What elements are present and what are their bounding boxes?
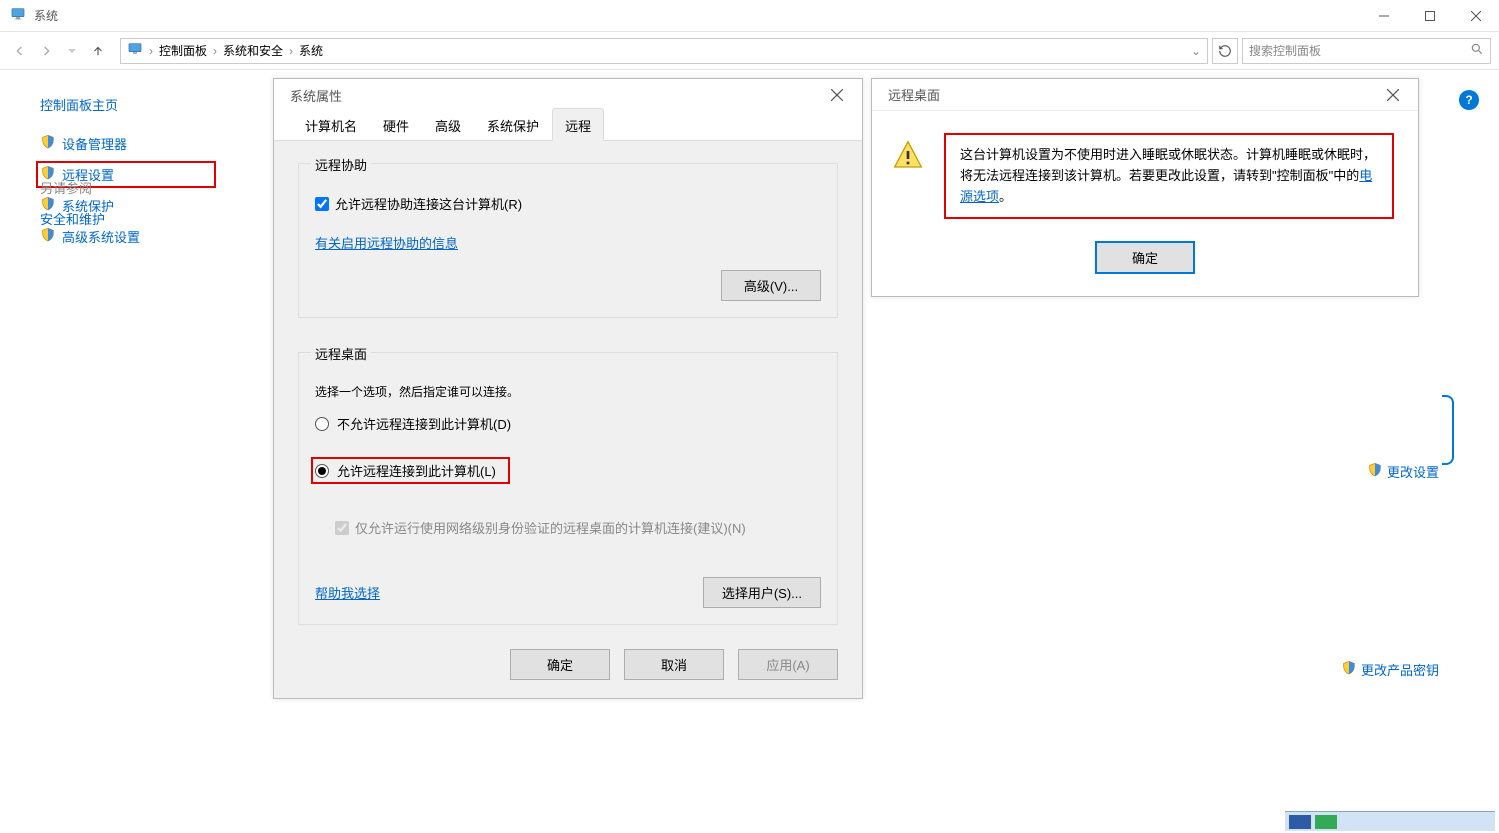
- nav-back-button[interactable]: [8, 39, 32, 63]
- dialog-titlebar: 系统属性: [274, 79, 862, 111]
- nav-history-dropdown[interactable]: [60, 39, 84, 63]
- system-properties-dialog: 系统属性 计算机名 硬件 高级 系统保护 远程 远程协助 允许远程协助连接这台计…: [273, 78, 863, 699]
- radio-icon: [315, 464, 329, 478]
- link-label: 更改产品密钥: [1361, 660, 1439, 679]
- maximize-button[interactable]: [1407, 0, 1453, 32]
- shield-icon: [1341, 660, 1357, 679]
- breadcrumb-segment[interactable]: 控制面板: [159, 42, 207, 59]
- change-product-key-link[interactable]: 更改产品密钥: [1341, 660, 1439, 679]
- link-label: 更改设置: [1387, 462, 1439, 481]
- control-panel-home-link[interactable]: 控制面板主页: [40, 95, 212, 114]
- cancel-button[interactable]: 取消: [624, 649, 724, 680]
- dialog-body: 远程协助 允许远程协助连接这台计算机(R) 有关启用远程协助的信息 高级(V).…: [274, 141, 862, 633]
- messagebox-ok-button[interactable]: 确定: [1095, 241, 1195, 274]
- computer-icon: [127, 41, 143, 60]
- radio-label: 不允许远程连接到此计算机(D): [337, 414, 511, 433]
- messagebox-titlebar: 远程桌面: [872, 79, 1418, 111]
- messagebox-title: 远程桌面: [888, 85, 940, 104]
- shield-icon: [40, 227, 56, 246]
- window-title: 系统: [34, 7, 58, 24]
- chevron-down-icon[interactable]: ⌄: [1191, 44, 1201, 58]
- refresh-button[interactable]: [1212, 38, 1238, 64]
- radio-disallow-remote[interactable]: 不允许远程连接到此计算机(D): [315, 414, 821, 433]
- messagebox-footer: 确定: [872, 241, 1418, 296]
- remote-desktop-group: 远程桌面 选择一个选项，然后指定谁可以连接。 不允许远程连接到此计算机(D) 允…: [298, 352, 838, 625]
- nav-up-button[interactable]: [86, 39, 110, 63]
- radio-allow-remote[interactable]: 允许远程连接到此计算机(L): [315, 461, 506, 480]
- message-text-pre: 这台计算机设置为不使用时进入睡眠或休眠状态。计算机睡眠或休眠时，将无法远程连接到…: [960, 147, 1376, 183]
- help-icon[interactable]: ?: [1459, 90, 1479, 110]
- shield-icon: [1367, 462, 1383, 481]
- tab-computer-name[interactable]: 计算机名: [292, 108, 370, 140]
- sidebar-item-device-manager[interactable]: 设备管理器: [40, 134, 212, 153]
- breadcrumb-segment[interactable]: 系统和安全: [223, 42, 283, 59]
- remote-desktop-messagebox: 远程桌面 这台计算机设置为不使用时进入睡眠或休眠状态。计算机睡眠或休眠时，将无法…: [871, 78, 1419, 297]
- allow-remote-assistance-checkbox[interactable]: 允许远程协助连接这台计算机(R): [315, 194, 821, 213]
- remote-desktop-intro-text: 选择一个选项，然后指定谁可以连接。: [315, 383, 821, 400]
- search-placeholder: 搜索控制面板: [1249, 42, 1470, 59]
- tab-hardware[interactable]: 硬件: [370, 108, 422, 140]
- chevron-right-icon: ›: [289, 44, 293, 58]
- search-icon: [1470, 42, 1484, 59]
- window-titlebar: 系统: [0, 0, 1499, 32]
- checkbox-input[interactable]: [315, 197, 329, 211]
- radio-label: 允许远程连接到此计算机(L): [337, 461, 496, 480]
- checkbox-input: [335, 521, 349, 535]
- sidebar: 控制面板主页 设备管理器 远程设置 系统保护 高级系统设置 另请参阅 安全和维护: [0, 70, 230, 258]
- taskbar-hint: [1285, 811, 1495, 831]
- tab-system-protection[interactable]: 系统保护: [474, 108, 552, 140]
- shield-icon: [40, 134, 56, 153]
- remote-assistance-group: 远程协助 允许远程协助连接这台计算机(R) 有关启用远程协助的信息 高级(V).…: [298, 163, 838, 318]
- tab-remote[interactable]: 远程: [552, 108, 604, 141]
- messagebox-text: 这台计算机设置为不使用时进入睡眠或休眠状态。计算机睡眠或休眠时，将无法远程连接到…: [944, 133, 1394, 219]
- dialog-close-button[interactable]: [822, 80, 852, 110]
- ok-button[interactable]: 确定: [510, 649, 610, 680]
- security-maintenance-link[interactable]: 安全和维护: [40, 209, 105, 228]
- related-heading: 另请参阅: [40, 178, 105, 197]
- sidebar-item-label: 设备管理器: [62, 134, 127, 153]
- chevron-right-icon: ›: [149, 44, 153, 58]
- checkbox-label: 仅允许运行使用网络级别身份验证的远程桌面的计算机连接(建议)(N): [355, 518, 746, 537]
- chevron-right-icon: ›: [213, 44, 217, 58]
- help-me-choose-link[interactable]: 帮助我选择: [315, 583, 380, 602]
- warning-icon: [892, 139, 924, 219]
- dialog-tabs: 计算机名 硬件 高级 系统保护 远程: [274, 111, 862, 141]
- tab-advanced[interactable]: 高级: [422, 108, 474, 140]
- close-button[interactable]: [1453, 0, 1499, 32]
- search-input[interactable]: 搜索控制面板: [1242, 38, 1491, 64]
- sidebar-item-advanced-system[interactable]: 高级系统设置: [40, 227, 212, 246]
- remote-assistance-legend: 远程协助: [311, 155, 371, 174]
- related-section: 另请参阅 安全和维护: [40, 178, 105, 228]
- system-icon: [10, 6, 26, 25]
- radio-icon: [315, 417, 329, 431]
- dialog-footer: 确定 取消 应用(A): [274, 633, 862, 698]
- navigation-bar: › 控制面板 › 系统和安全 › 系统 ⌄ 搜索控制面板: [0, 32, 1499, 70]
- message-text-post: 。: [999, 189, 1012, 204]
- select-users-button[interactable]: 选择用户(S)...: [703, 577, 821, 608]
- dialog-title: 系统属性: [290, 86, 342, 105]
- remote-desktop-legend: 远程桌面: [311, 344, 371, 363]
- messagebox-body: 这台计算机设置为不使用时进入睡眠或休眠状态。计算机睡眠或休眠时，将无法远程连接到…: [872, 111, 1418, 241]
- messagebox-close-button[interactable]: [1378, 80, 1408, 110]
- checkbox-label: 允许远程协助连接这台计算机(R): [335, 194, 522, 213]
- remote-assistance-info-link[interactable]: 有关启用远程协助的信息: [315, 236, 458, 251]
- change-settings-link[interactable]: 更改设置: [1367, 462, 1439, 481]
- nav-forward-button[interactable]: [34, 39, 58, 63]
- advanced-button[interactable]: 高级(V)...: [721, 270, 821, 301]
- breadcrumb-segment[interactable]: 系统: [299, 42, 323, 59]
- bracket-decoration: [1442, 395, 1454, 465]
- nla-checkbox[interactable]: 仅允许运行使用网络级别身份验证的远程桌面的计算机连接(建议)(N): [335, 518, 821, 537]
- apply-button[interactable]: 应用(A): [738, 649, 838, 680]
- sidebar-item-label: 高级系统设置: [62, 227, 140, 246]
- breadcrumb[interactable]: › 控制面板 › 系统和安全 › 系统 ⌄: [120, 38, 1208, 64]
- minimize-button[interactable]: [1361, 0, 1407, 32]
